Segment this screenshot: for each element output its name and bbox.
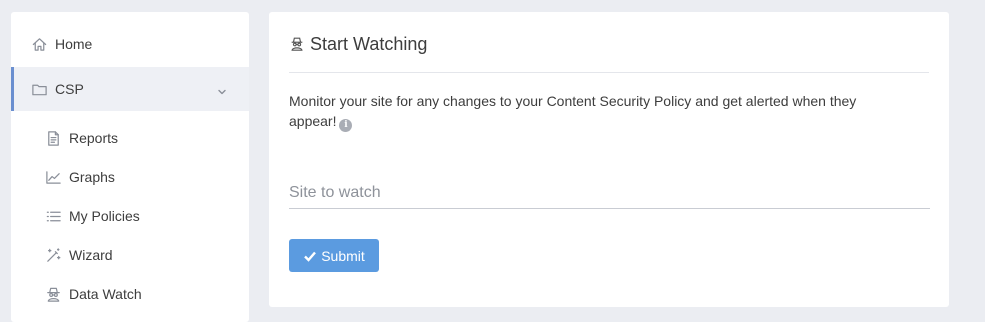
sidebar-item-label: My Policies — [69, 208, 140, 224]
sidebar-item-wizard[interactable]: Wizard — [11, 235, 282, 275]
site-to-watch-input[interactable] — [289, 178, 930, 209]
checkmark-icon — [304, 251, 317, 262]
sidebar-item-label: Wizard — [69, 247, 113, 263]
document-icon — [44, 129, 62, 147]
sidebar-item-reports[interactable]: Reports — [11, 118, 282, 158]
card-header: Start Watching — [289, 32, 929, 73]
chevron-down-icon — [217, 84, 227, 95]
info-icon[interactable]: i — [339, 119, 353, 132]
spy-icon — [44, 285, 62, 303]
sidebar-item-csp[interactable]: CSP — [11, 67, 249, 111]
submit-label: Submit — [321, 247, 365, 264]
start-watching-card: Start Watching Monitor your site for any… — [269, 12, 949, 307]
home-icon — [30, 35, 48, 53]
spy-icon — [289, 36, 305, 52]
sidebar-item-my-policies[interactable]: My Policies — [11, 196, 282, 236]
description: Monitor your site for any changes to you… — [289, 91, 889, 132]
sidebar-item-data-watch[interactable]: Data Watch — [11, 274, 282, 314]
page-title: Start Watching — [310, 34, 428, 54]
sidebar-item-label: CSP — [55, 81, 84, 97]
sidebar-item-label: Reports — [69, 130, 119, 146]
sidebar-item-label: Data Watch — [69, 286, 142, 302]
sidebar-item-label: Home — [55, 36, 93, 52]
sidebar-item-label: Graphs — [69, 169, 115, 185]
folder-icon — [30, 80, 48, 98]
sidebar-item-graphs[interactable]: Graphs — [11, 157, 282, 197]
list-icon — [44, 207, 62, 225]
sidebar-item-home[interactable]: Home — [11, 24, 268, 64]
sidebar: Home CSP Reports Graphs My Policies Wiza… — [11, 12, 249, 322]
submit-button[interactable]: Submit — [289, 239, 379, 272]
description-text: Monitor your site for any changes to you… — [289, 93, 857, 129]
magic-wand-icon — [44, 246, 62, 264]
chart-line-icon — [44, 168, 62, 186]
